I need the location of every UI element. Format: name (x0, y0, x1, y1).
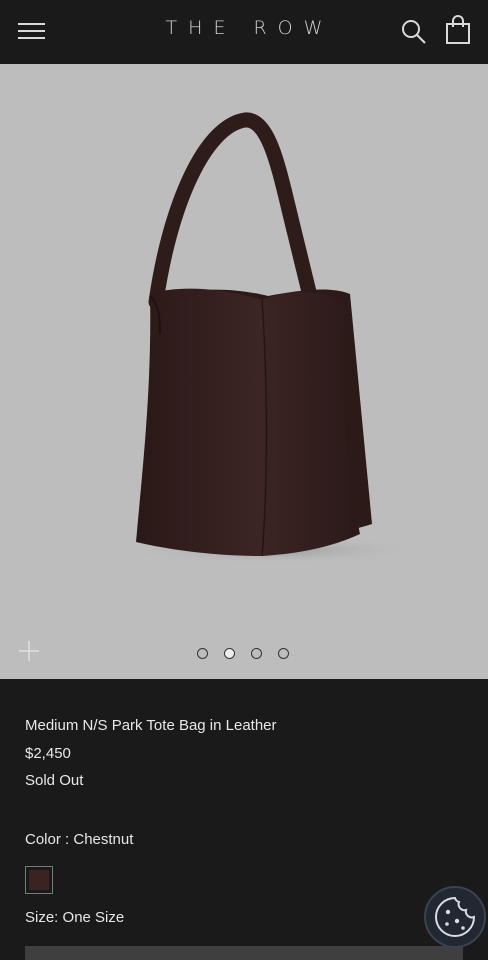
size-value: One Size (62, 909, 125, 926)
product-price: $2,450 (25, 745, 71, 762)
search-icon[interactable] (400, 18, 428, 46)
color-label: Color (25, 831, 61, 848)
color-row: Color : Chestnut (25, 830, 133, 850)
size-row: Size: One Size (25, 908, 124, 928)
slide-dot-1[interactable] (197, 648, 208, 659)
add-to-bag-button[interactable] (25, 946, 463, 960)
shopping-bag-icon[interactable] (444, 15, 472, 45)
cookie-glyph (435, 896, 476, 937)
product-image-gallery[interactable] (0, 64, 488, 679)
plus-icon[interactable] (18, 640, 40, 662)
slide-dot-4[interactable] (278, 648, 289, 659)
product-title: Medium N/S Park Tote Bag in Leather (25, 717, 277, 734)
slide-dot-2[interactable] (224, 648, 235, 659)
slide-indicator (197, 648, 289, 659)
product-info: Medium N/S Park Tote Bag in Leather $2,4… (25, 716, 465, 791)
site-header: THE ROW (0, 0, 488, 64)
availability-status: Sold Out (25, 772, 84, 789)
size-label: Size: (25, 909, 59, 926)
color-separator: : (60, 831, 74, 848)
color-swatch-chestnut[interactable] (25, 866, 53, 894)
slide-dot-3[interactable] (251, 648, 262, 659)
cookie-icon[interactable] (424, 886, 486, 948)
color-value: Chestnut (73, 831, 134, 848)
swatch-fill (29, 870, 49, 890)
product-image (122, 112, 422, 564)
